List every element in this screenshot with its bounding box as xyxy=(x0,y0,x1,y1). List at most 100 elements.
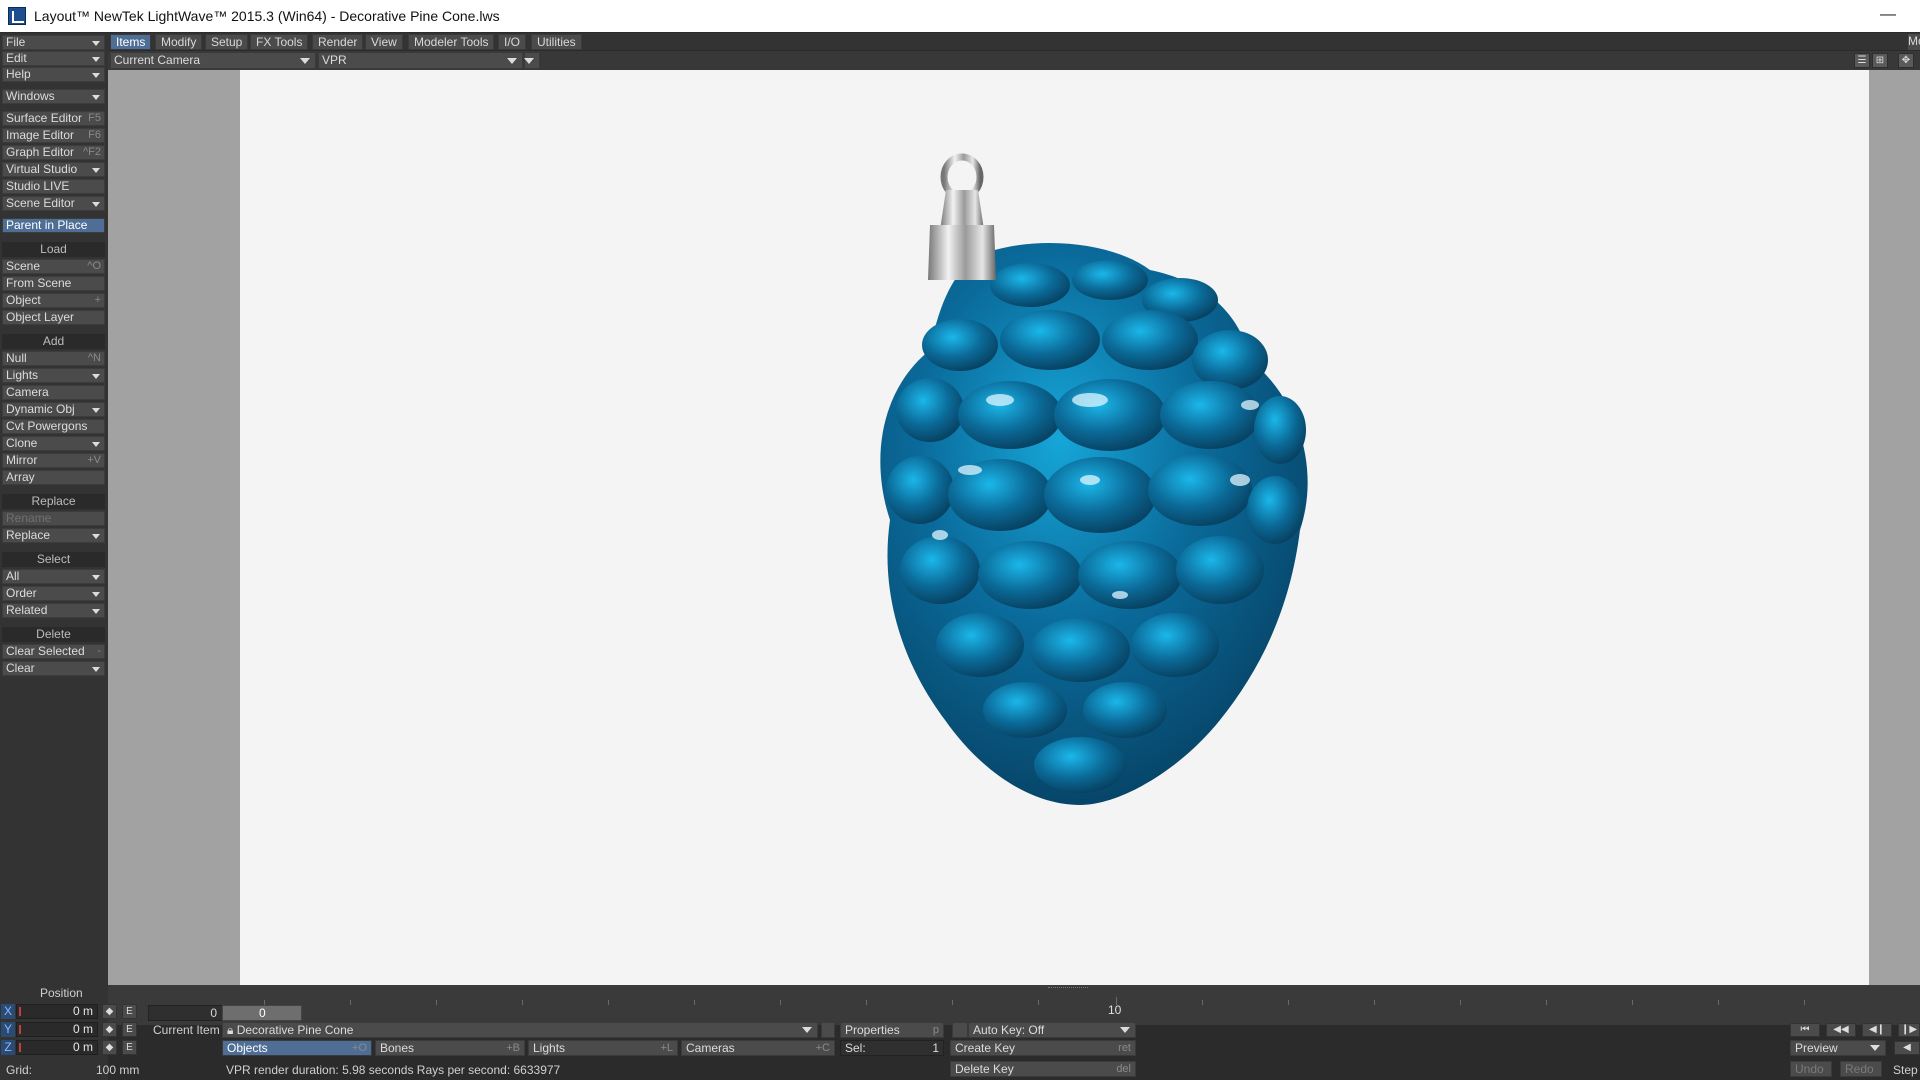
z-envelope-button[interactable]: E xyxy=(122,1040,137,1055)
render-mode-select[interactable]: VPR xyxy=(318,52,523,69)
shortcut-hint: - xyxy=(97,645,101,657)
tab-fx-tools[interactable]: FX Tools xyxy=(250,34,309,50)
minimize-button[interactable]: — xyxy=(1876,4,1900,28)
y-envelope-button[interactable]: E xyxy=(122,1022,137,1037)
tab-render[interactable]: Render xyxy=(312,34,364,50)
x-drag-icon[interactable]: ◆ xyxy=(102,1004,117,1019)
play-icon[interactable]: ❙▶ xyxy=(1898,1023,1920,1037)
chevron-down-icon xyxy=(1120,1027,1130,1033)
tab-utilities[interactable]: Utilities xyxy=(531,34,582,50)
list-icon[interactable]: ☰ xyxy=(1854,53,1870,68)
preview-select[interactable]: Preview xyxy=(1790,1040,1886,1056)
shortcut-hint: del xyxy=(1116,1063,1131,1075)
camera-view-select[interactable]: Current Camera xyxy=(110,52,316,69)
tab-overflow[interactable]: Mo xyxy=(1908,34,1920,50)
camera-view-label: Current Camera xyxy=(114,53,201,67)
position-label: Position xyxy=(40,986,83,1000)
step-back-icon[interactable]: ◀❙ xyxy=(1862,1023,1892,1037)
scene-editor-button[interactable]: Scene Editor xyxy=(2,196,105,211)
objects-mode-button[interactable]: Objects +O xyxy=(222,1040,372,1056)
array-button[interactable]: Array xyxy=(2,470,105,485)
select-all-button[interactable]: All xyxy=(2,569,105,584)
lights-mode-button[interactable]: Lights +L xyxy=(528,1040,678,1056)
y-position-field[interactable]: 0 m xyxy=(16,1022,98,1037)
surface-editor-button[interactable]: Surface Editor F5 xyxy=(2,111,105,126)
load-from-scene-button[interactable]: From Scene xyxy=(2,276,105,291)
studio-live-button[interactable]: Studio LIVE xyxy=(2,179,105,194)
create-key-button[interactable]: Create Key ret xyxy=(950,1040,1136,1056)
z-position-field[interactable]: 0 m xyxy=(16,1040,98,1055)
tab-modeler-tools[interactable]: Modeler Tools xyxy=(408,34,495,50)
grid-size-value[interactable]: 100 mm xyxy=(96,1063,139,1077)
button-label: Lights xyxy=(6,368,39,382)
tab-setup[interactable]: Setup xyxy=(205,34,249,50)
load-object-button[interactable]: Object + xyxy=(2,293,105,308)
tab-io[interactable]: I/O xyxy=(498,34,527,50)
title-bar: Layout™ NewTek LightWave™ 2015.3 (Win64)… xyxy=(0,0,1920,32)
select-related-button[interactable]: Related xyxy=(2,603,105,618)
undo-button[interactable]: Undo xyxy=(1790,1061,1832,1077)
help-menu[interactable]: Help xyxy=(2,67,105,82)
step-label: Step xyxy=(1893,1063,1918,1077)
shortcut-hint: ^O xyxy=(87,260,101,272)
redo-button[interactable]: Redo xyxy=(1840,1061,1882,1077)
windows-menu[interactable]: Windows xyxy=(2,89,105,104)
x-envelope-button[interactable]: E xyxy=(122,1004,137,1019)
chevron-down-icon xyxy=(92,73,100,78)
viewport-options-dropdown[interactable] xyxy=(524,52,540,69)
shortcut-hint: F5 xyxy=(88,112,101,124)
cvt-powergons-button[interactable]: Cvt Powergons xyxy=(2,419,105,434)
mirror-button[interactable]: Mirror +V xyxy=(2,453,105,468)
bones-mode-button[interactable]: Bones +B xyxy=(375,1040,525,1056)
tab-items[interactable]: Items xyxy=(110,34,152,50)
replace-button[interactable]: Replace xyxy=(2,528,105,543)
button-label: From Scene xyxy=(6,276,72,290)
add-dynamic-obj-button[interactable]: Dynamic Obj xyxy=(2,402,105,417)
clone-button[interactable]: Clone xyxy=(2,436,105,451)
select-order-button[interactable]: Order xyxy=(2,586,105,601)
edit-menu-label: Edit xyxy=(6,51,27,65)
button-label: Replace xyxy=(6,528,51,542)
properties-button[interactable]: Properties p xyxy=(840,1022,944,1038)
add-null-button[interactable]: Null ^N xyxy=(2,351,105,366)
current-item-select[interactable]: 🔒︎ Decorative Pine Cone xyxy=(222,1022,818,1038)
shortcut-hint: ^N xyxy=(87,352,101,364)
rename-button[interactable]: Rename xyxy=(2,511,105,526)
x-position-field[interactable]: 0 m xyxy=(16,1004,98,1019)
graph-editor-button[interactable]: Graph Editor ^F2 xyxy=(2,145,105,160)
auto-key-select[interactable]: Auto Key: Off xyxy=(968,1022,1136,1038)
left-toolbar: File Edit Help Windows Surface Editor F5 … xyxy=(0,33,108,1080)
item-options-button[interactable] xyxy=(821,1022,835,1038)
save-view-icon[interactable]: ⊞ xyxy=(1872,53,1888,68)
maximize-viewport-icon[interactable]: ✥ xyxy=(1898,53,1914,68)
load-object-layer-button[interactable]: Object Layer xyxy=(2,310,105,325)
clear-button[interactable]: Clear xyxy=(2,661,105,676)
previous-key-icon[interactable]: ◀◀ xyxy=(1826,1023,1856,1037)
file-menu[interactable]: File xyxy=(2,35,105,50)
cameras-mode-button[interactable]: Cameras +C xyxy=(681,1040,835,1056)
clear-selected-button[interactable]: Clear Selected - xyxy=(2,644,105,659)
button-label: Object Layer xyxy=(6,310,75,324)
add-camera-button[interactable]: Camera xyxy=(2,385,105,400)
delete-key-button[interactable]: Delete Key del xyxy=(950,1061,1136,1077)
load-scene-button[interactable]: Scene ^O xyxy=(2,259,105,274)
z-drag-icon[interactable]: ◆ xyxy=(102,1040,117,1055)
button-label: Order xyxy=(6,586,37,600)
button-label: Camera xyxy=(6,385,49,399)
tab-modify[interactable]: Modify xyxy=(155,34,203,50)
chevron-down-icon xyxy=(92,408,100,413)
parent-in-place-toggle[interactable]: Parent in Place xyxy=(2,218,105,233)
vpr-render-area[interactable] xyxy=(240,70,1869,985)
image-editor-button[interactable]: Image Editor F6 xyxy=(2,128,105,143)
play-reverse-icon[interactable]: ◀ xyxy=(1894,1041,1920,1055)
viewport[interactable] xyxy=(108,70,1920,985)
add-lights-button[interactable]: Lights xyxy=(2,368,105,383)
chevron-down-icon xyxy=(92,41,100,46)
go-to-start-icon[interactable]: ⏮ xyxy=(1790,1023,1820,1037)
edit-menu[interactable]: Edit xyxy=(2,51,105,66)
tab-view[interactable]: View xyxy=(365,34,403,50)
auto-key-toggle[interactable] xyxy=(952,1022,968,1038)
shortcut-hint: +B xyxy=(506,1042,520,1054)
virtual-studio-button[interactable]: Virtual Studio xyxy=(2,162,105,177)
y-drag-icon[interactable]: ◆ xyxy=(102,1022,117,1037)
